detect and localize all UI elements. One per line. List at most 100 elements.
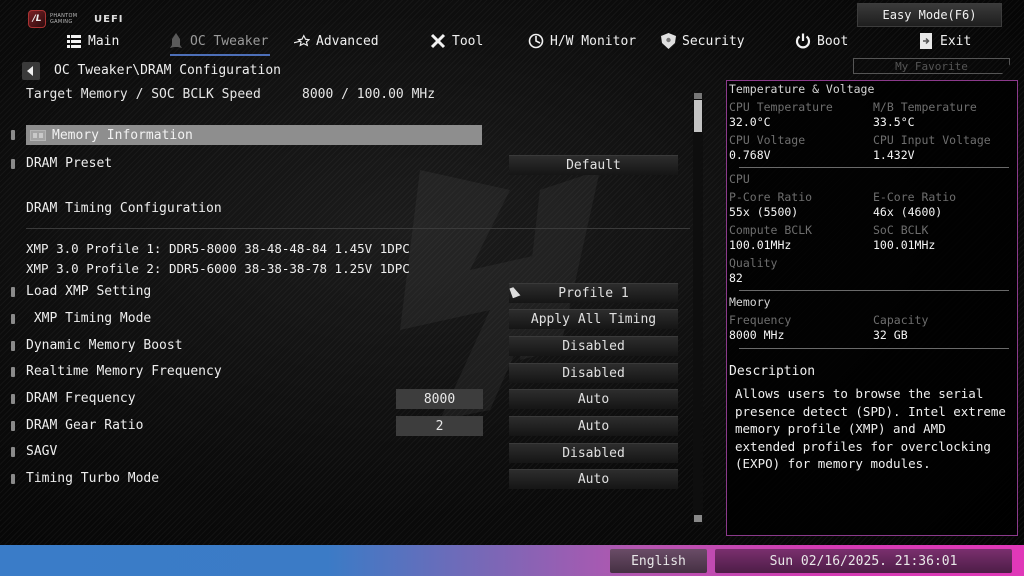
tab-boot-label: Boot [817,33,849,49]
scroll-up-button[interactable] [694,93,702,99]
row-bullet [11,159,15,169]
p-core-ratio-label: P-Core Ratio [729,190,813,204]
cpu-temperature-label: CPU Temperature [729,100,833,114]
power-icon [795,33,811,49]
timing-turbo-mode-label: Timing Turbo Mode [26,471,160,486]
dram-preset-select[interactable]: Default [509,155,678,175]
xmp-profile-1-info: XMP 3.0 Profile 1: DDR5-8000 38-48-48-84… [26,241,410,256]
dynamic-memory-boost-select[interactable]: Disabled [509,336,678,356]
soc-bclk-value: 100.01MHz [873,238,936,252]
tab-hw-monitor[interactable]: H/W Monitor [528,30,636,52]
soc-bclk-label: SoC BCLK [873,223,929,237]
star-icon [294,33,310,49]
dram-timing-configuration-heading[interactable]: DRAM Timing Configuration [26,201,222,216]
cpu-heading: CPU [729,172,750,186]
memory-information-label: Memory Information [52,127,193,143]
quality-value: 82 [729,271,743,285]
target-memory-label: Target Memory / SOC BCLK Speed [26,87,261,102]
language-button[interactable]: English [610,549,707,573]
tab-security-label: Security [682,33,745,49]
realtime-memory-frequency-select[interactable]: Disabled [509,363,678,383]
sagv-label: SAGV [26,444,58,459]
row-bullet [11,367,15,377]
cpu-input-voltage-value: 1.432V [873,148,915,162]
memory-heading: Memory [729,295,771,309]
list-icon [66,33,82,49]
easy-mode-button[interactable]: Easy Mode(F6) [857,3,1002,27]
rocket-icon [168,33,184,49]
compute-bclk-value: 100.01MHz [729,238,792,252]
date-time-display: Sun 02/16/2025. 21:36:01 [715,549,1012,573]
tab-oc-tweaker[interactable]: OC Tweaker [168,30,271,56]
logo-line2: GAMING [50,19,73,25]
brand-logo: /L PHANTOM GAMING UEFI [28,10,124,28]
temperature-voltage-heading: Temperature & Voltage [729,82,875,96]
timing-turbo-mode-select[interactable]: Auto [509,469,678,489]
dram-frequency-select[interactable]: Auto [509,389,678,409]
cpu-voltage-value: 0.768V [729,148,771,162]
xmp-timing-mode-select[interactable]: Apply All Timing [509,309,678,329]
dram-gear-ratio-label: DRAM Gear Ratio [26,418,144,433]
sagv-select[interactable]: Disabled [509,443,678,463]
row-bullet [11,341,15,351]
logo-text: PHANTOM GAMING [50,13,84,25]
panel-divider [739,167,1009,168]
shield-icon [660,33,676,49]
scrollbar-thumb[interactable] [694,100,702,132]
tab-advanced[interactable]: Advanced [294,30,379,52]
e-core-ratio-label: E-Core Ratio [873,190,957,204]
load-xmp-setting-select[interactable]: Profile 1 [509,283,678,303]
row-bullet [11,314,15,324]
row-bullet [11,474,15,484]
row-bullet [11,394,15,404]
breadcrumb: OC Tweaker\DRAM Configuration [54,63,281,78]
dynamic-memory-boost-label: Dynamic Memory Boost [26,338,183,353]
xmp-profile-2-info: XMP 3.0 Profile 2: DDR5-6000 38-38-38-78… [26,261,410,276]
row-bullet [11,421,15,431]
memory-capacity-label: Capacity [873,313,929,327]
memory-information-item[interactable]: Memory Information [26,125,482,145]
quality-label: Quality [729,256,778,270]
tab-tool-label: Tool [452,33,484,49]
p-core-ratio-value: 55x (5500) [729,205,799,219]
main-nav: Main OC Tweaker Advanced Tool H/W Monito… [0,30,1024,56]
cpu-voltage-label: CPU Voltage [729,133,806,147]
e-core-ratio-value: 46x (4600) [873,205,943,219]
scroll-down-button[interactable] [694,515,702,522]
row-bullet [11,130,15,140]
tab-advanced-label: Advanced [316,33,379,49]
dram-frequency-current-value: 8000 [396,389,483,409]
description-text: Allows users to browse the serial presen… [735,386,1006,471]
uefi-label: UEFI [94,13,124,25]
monitor-icon [528,33,544,49]
dram-frequency-label: DRAM Frequency [26,391,136,406]
cpu-input-voltage-label: CPU Input Voltage [873,133,991,147]
panel-divider [739,348,1009,349]
tab-exit[interactable]: Exit [918,30,971,52]
realtime-memory-frequency-label: Realtime Memory Frequency [26,364,222,379]
back-button[interactable] [22,62,40,80]
tab-main-label: Main [88,33,120,49]
my-favorite-button[interactable]: My Favorite [853,58,1010,74]
tools-icon [430,33,446,49]
dram-gear-ratio-select[interactable]: Auto [509,416,678,436]
xmp-timing-mode-label: XMP Timing Mode [26,311,152,326]
tab-boot[interactable]: Boot [795,30,848,52]
tab-hw-monitor-label: H/W Monitor [550,33,637,49]
cpu-temperature-value: 32.0°C [729,115,771,129]
tab-tool[interactable]: Tool [430,30,483,52]
tab-security[interactable]: Security [660,30,745,52]
memory-frequency-label: Frequency [729,313,792,327]
row-bullet [11,287,15,297]
tab-main[interactable]: Main [66,30,119,52]
memory-frequency-value: 8000 MHz [729,328,785,342]
phantom-gaming-logo-icon: /L [28,10,46,28]
mb-temperature-value: 33.5°C [873,115,915,129]
target-memory-value: 8000 / 100.00 MHz [302,87,436,102]
tab-oc-tweaker-label: OC Tweaker [190,33,269,49]
scrollbar-track[interactable] [693,93,703,525]
load-xmp-setting-label: Load XMP Setting [26,284,152,299]
compute-bclk-label: Compute BCLK [729,223,813,237]
mb-temperature-label: M/B Temperature [873,100,977,114]
memory-capacity-value: 32 GB [873,328,908,342]
